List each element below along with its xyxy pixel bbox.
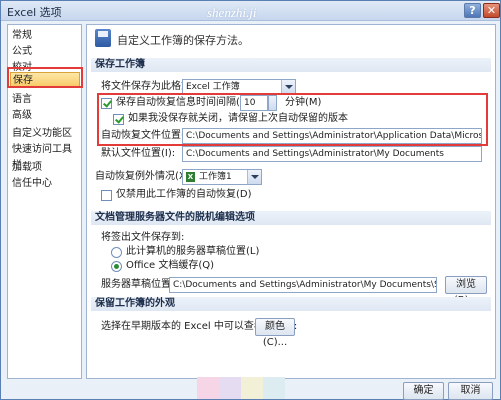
- help-button[interactable]: ?: [464, 3, 481, 18]
- sidebar-item-formulas[interactable]: 公式: [12, 44, 32, 60]
- page-header: 自定义工作簿的保存方法。: [117, 34, 249, 47]
- blurred-area: [241, 377, 263, 399]
- sidebar-item-language[interactable]: 语言: [12, 92, 32, 108]
- radio-office-cache-label: Office 文档缓存(Q): [126, 260, 215, 271]
- section-offline-editing: 文档管理服务器文件的脱机编辑选项: [91, 211, 491, 225]
- window-title: Excel 选项: [7, 6, 62, 19]
- format-value: Excel 工作簿: [186, 82, 240, 92]
- colors-button[interactable]: 颜色(C)...: [255, 318, 295, 348]
- chevron-down-icon[interactable]: [247, 170, 261, 184]
- sidebar-item-trust-center[interactable]: 信任中心: [12, 176, 52, 192]
- highlight-box-sidebar: [7, 67, 83, 88]
- default-location-value: C:\Documents and Settings\Administrator\…: [186, 149, 444, 159]
- disable-autorecover-label: 仅禁用此工作簿的自动恢复(D): [116, 189, 252, 200]
- highlight-box-autorecover: [97, 93, 488, 146]
- radio-office-cache[interactable]: [111, 261, 122, 272]
- section-visual-appearance: 保留工作簿的外观: [91, 297, 491, 311]
- save-icon: [95, 29, 111, 47]
- default-location-label: 默认文件位置(I):: [101, 148, 176, 159]
- disable-autorecover-checkbox[interactable]: [101, 190, 112, 201]
- section-save-workbooks: 保存工作簿: [91, 58, 491, 72]
- autorecover-exceptions-combobox[interactable]: X 工作簿1: [182, 169, 262, 185]
- sidebar-item-advanced[interactable]: 高级: [12, 108, 32, 124]
- ok-button[interactable]: 确定: [403, 382, 444, 400]
- autorecover-exceptions-value: 工作簿1: [199, 172, 232, 182]
- title-bar: Excel 选项 shenzhi.ji ? ✕: [1, 1, 500, 21]
- autorecover-exceptions-label: 自动恢复例外情况(X):: [95, 171, 194, 182]
- sidebar-item-addins[interactable]: 加载项: [12, 160, 42, 176]
- blurred-area: [197, 377, 219, 399]
- sidebar-item-general[interactable]: 常规: [12, 28, 32, 44]
- browse-button[interactable]: 浏览(B)...: [445, 276, 487, 306]
- drafts-location-value: C:\Documents and Settings\Administrator\…: [173, 280, 436, 290]
- chevron-down-icon[interactable]: [281, 80, 295, 94]
- excel-workbook-icon: X: [186, 172, 195, 182]
- watermark-text: shenzhi.ji: [207, 5, 257, 20]
- radio-server-drafts-label: 此计算机的服务器草稿位置(L): [126, 246, 260, 257]
- blurred-area: [219, 377, 241, 399]
- excel-options-dialog: Excel 选项 shenzhi.ji ? ✕ 常规 公式 校对 保存 语言 高…: [0, 0, 501, 400]
- cancel-button[interactable]: 取消: [448, 382, 493, 400]
- sidebar-item-customize-ribbon[interactable]: 自定义功能区: [12, 126, 72, 142]
- drafts-location-input[interactable]: C:\Documents and Settings\Administrator\…: [169, 277, 437, 293]
- blurred-area: [263, 377, 285, 399]
- close-button[interactable]: ✕: [483, 3, 500, 18]
- radio-server-drafts[interactable]: [111, 247, 122, 258]
- sidebar-item-quick-access[interactable]: 快速访问工具栏: [12, 142, 81, 171]
- default-location-input[interactable]: C:\Documents and Settings\Administrator\…: [182, 146, 482, 162]
- save-to-label: 将签出文件保存到:: [101, 232, 185, 243]
- options-content-panel: 自定义工作簿的保存方法。 保存工作簿 将文件保存为此格式(F): Excel 工…: [86, 24, 496, 379]
